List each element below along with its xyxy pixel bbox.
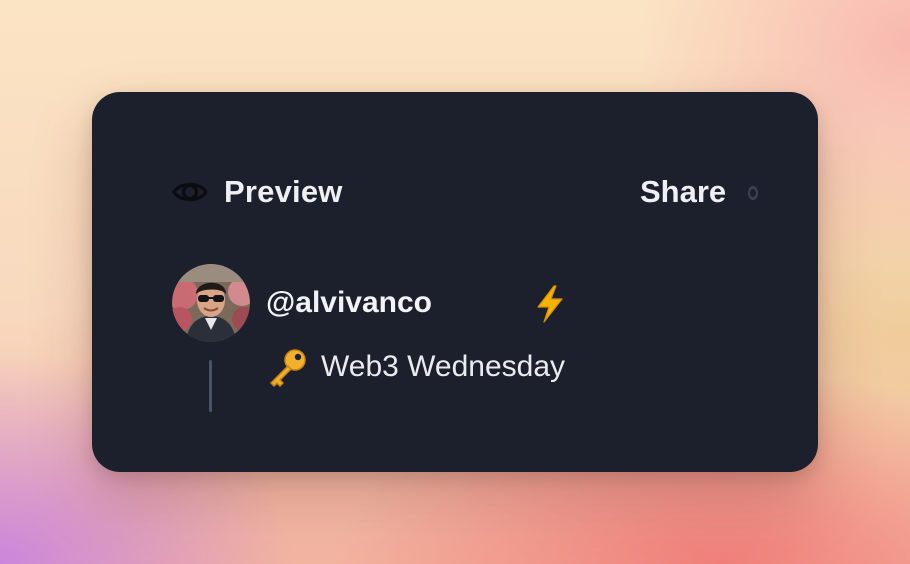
eye-icon xyxy=(172,182,208,202)
share-indicator-icon xyxy=(748,186,758,200)
avatar-photo xyxy=(172,264,250,342)
share-button[interactable]: Share xyxy=(640,174,726,210)
post-message: Web3 Wednesday xyxy=(321,350,566,383)
lightning-bolt-icon xyxy=(537,285,563,323)
card-header: Preview Share xyxy=(92,92,818,292)
avatar[interactable] xyxy=(172,264,250,342)
thread-line xyxy=(209,360,212,412)
username[interactable]: @alvivanco xyxy=(266,286,432,320)
preview-card: Preview Share @alvivanco Web3 Wednesday xyxy=(92,92,818,472)
key-icon xyxy=(270,349,306,387)
post: @alvivanco Web3 Wednesday xyxy=(172,264,732,424)
preview-title: Preview xyxy=(224,174,343,209)
